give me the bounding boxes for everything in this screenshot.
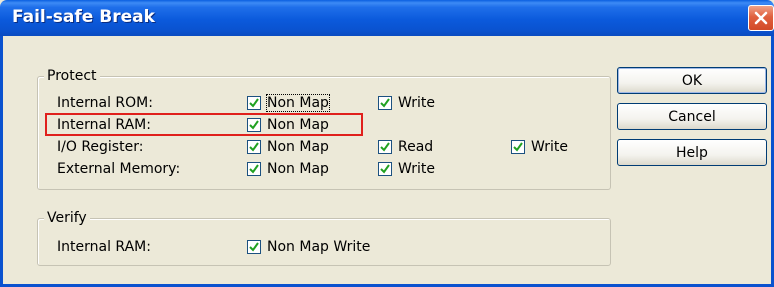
cancel-button[interactable]: Cancel	[617, 103, 767, 130]
checkbox-label: Non Map	[267, 161, 329, 177]
verify-legend: Verify	[44, 210, 90, 226]
checkbox-label: Read	[398, 139, 434, 155]
checkbox-label: Non Map Write	[267, 239, 371, 255]
label-verify-internal-ram: Internal RAM:	[57, 239, 151, 255]
label-io-register: I/O Register:	[57, 139, 144, 155]
label-external-memory: External Memory:	[57, 161, 181, 177]
checkbox-external-memory-write[interactable]: Write	[378, 160, 435, 178]
checkmark-icon	[380, 98, 390, 108]
checkbox-label: Non Map	[266, 94, 330, 112]
checkbox-internal-rom-write[interactable]: Write	[378, 94, 435, 112]
checkbox-label: Write	[398, 161, 435, 177]
label-internal-rom: Internal ROM:	[57, 95, 153, 111]
checkbox-external-memory-nonmap[interactable]: Non Map	[247, 160, 329, 178]
ok-button[interactable]: OK	[617, 67, 767, 94]
checkbox-box[interactable]	[378, 140, 392, 154]
checkmark-icon	[249, 164, 259, 174]
checkbox-io-register-nonmap[interactable]: Non Map	[247, 138, 329, 156]
checkbox-label: Write	[398, 95, 435, 111]
checkbox-box[interactable]	[247, 140, 261, 154]
title-bar[interactable]: Fail-safe Break	[0, 0, 774, 36]
checkbox-verify-nonmap-write[interactable]: Non Map Write	[247, 238, 370, 256]
highlight-box	[45, 113, 363, 136]
checkbox-box[interactable]	[247, 96, 261, 110]
checkbox-box[interactable]	[247, 240, 261, 254]
dialog-title: Fail-safe Break	[12, 7, 155, 27]
checkbox-internal-rom-nonmap[interactable]: Non Map	[247, 94, 330, 112]
checkmark-icon	[380, 142, 390, 152]
close-icon	[754, 11, 768, 25]
checkbox-box[interactable]	[247, 162, 261, 176]
protect-legend: Protect	[44, 68, 100, 84]
checkbox-box[interactable]	[511, 140, 525, 154]
checkmark-icon	[249, 242, 259, 252]
close-button[interactable]	[748, 5, 774, 31]
checkbox-label: Write	[531, 139, 568, 155]
checkmark-icon	[380, 164, 390, 174]
checkbox-io-register-read[interactable]: Read	[378, 138, 433, 156]
help-button[interactable]: Help	[617, 139, 767, 166]
checkmark-icon	[513, 142, 523, 152]
checkbox-box[interactable]	[378, 96, 392, 110]
checkmark-icon	[249, 142, 259, 152]
checkbox-label: Non Map	[267, 139, 329, 155]
checkmark-icon	[249, 98, 259, 108]
dialog-body: Protect Internal ROM: Internal RAM: I/O …	[0, 36, 774, 287]
checkbox-io-register-write[interactable]: Write	[511, 138, 568, 156]
checkbox-box[interactable]	[378, 162, 392, 176]
